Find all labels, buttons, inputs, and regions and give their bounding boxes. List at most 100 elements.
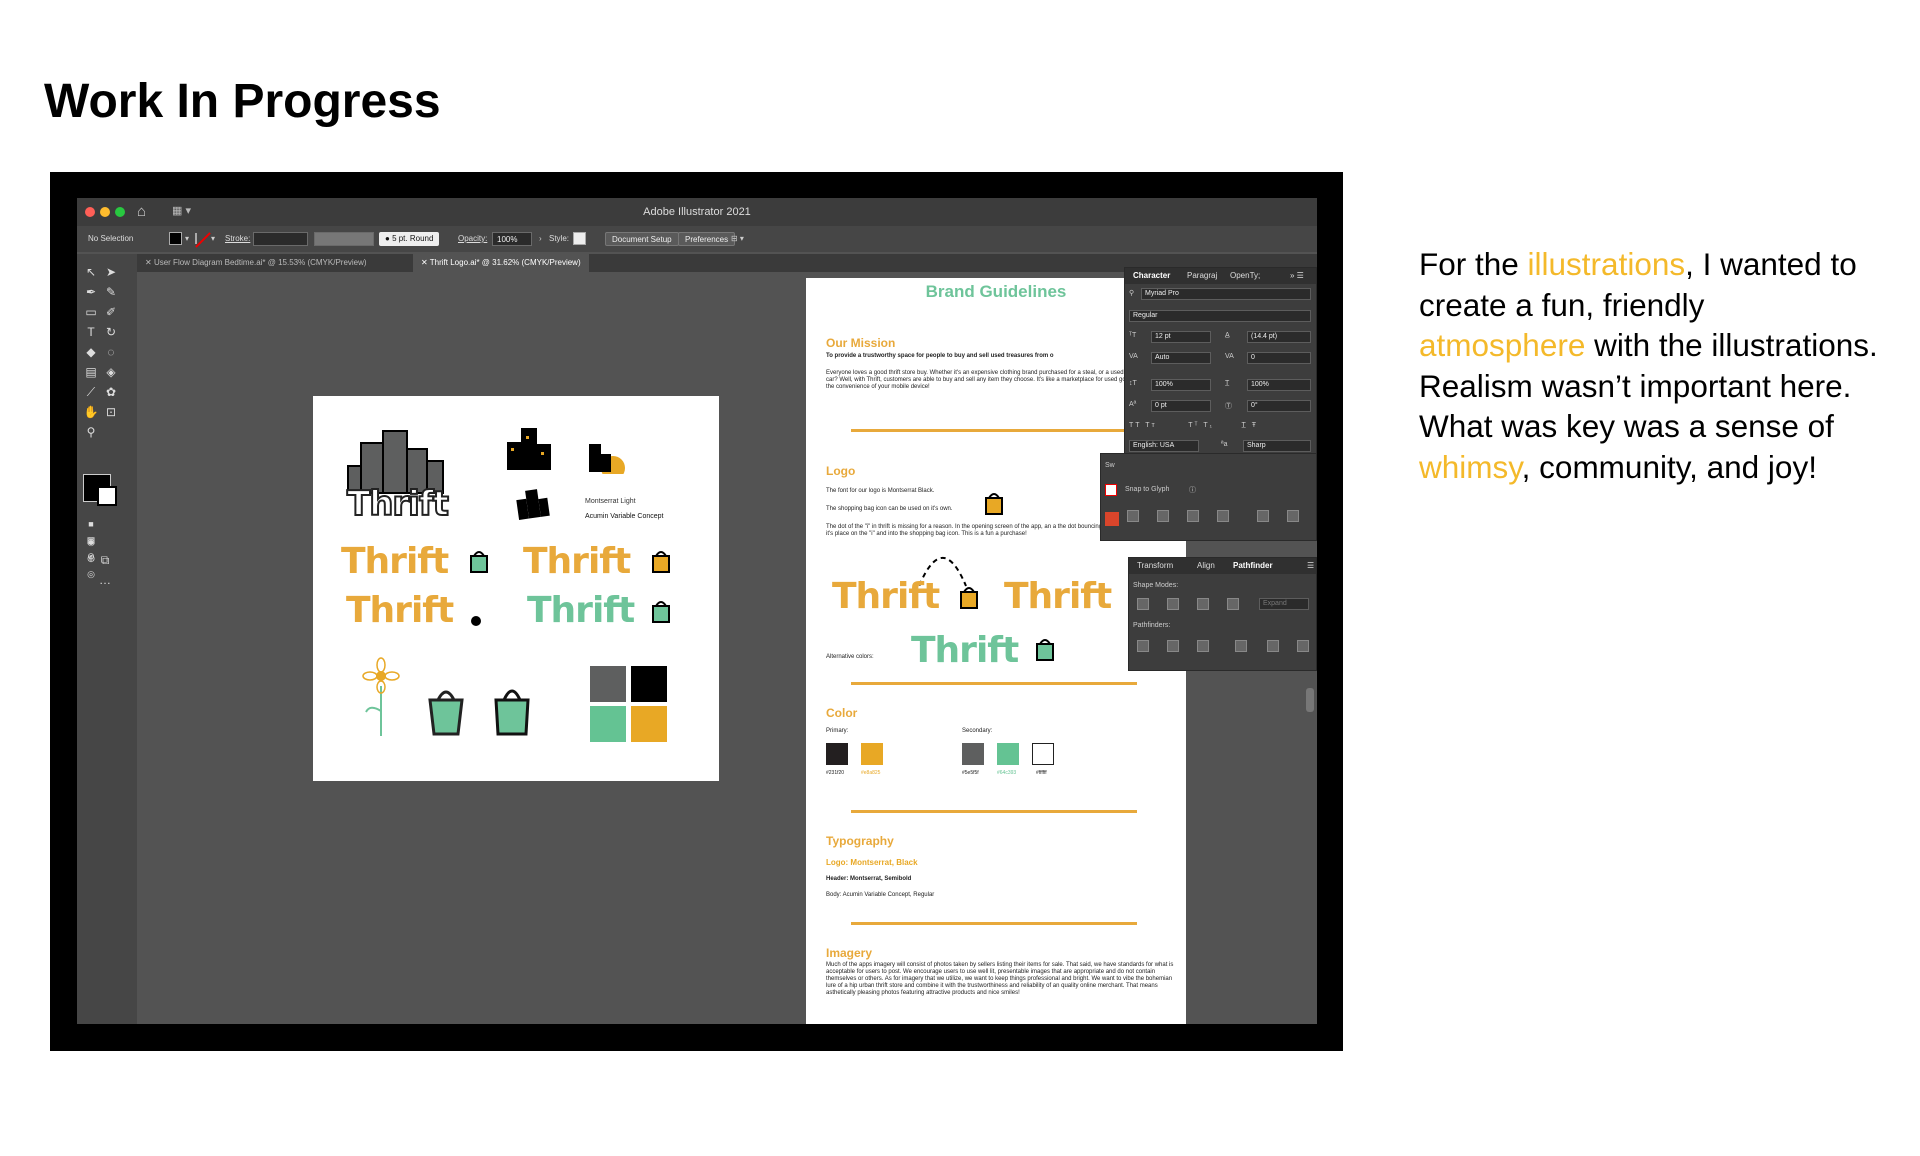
snap-baseline-icon[interactable] bbox=[1127, 510, 1139, 522]
merge-icon[interactable] bbox=[1197, 640, 1209, 652]
zoom-tool-icon[interactable]: ⚲ bbox=[83, 424, 99, 440]
paintbrush-tool-icon[interactable]: ✐ bbox=[103, 304, 119, 320]
drawing-mode-icons[interactable]: ◉ ◍ ◎ bbox=[83, 534, 99, 579]
tracking-field[interactable]: 0 bbox=[1247, 352, 1311, 364]
chevron-right-icon[interactable]: › bbox=[539, 232, 542, 246]
outline-icon[interactable] bbox=[1267, 640, 1279, 652]
color-swatch-secondary-3 bbox=[1032, 743, 1054, 765]
hex-label: #64c393 bbox=[997, 770, 1017, 776]
minus-back-icon[interactable] bbox=[1297, 640, 1309, 652]
lasso-tool-icon[interactable]: ◌ bbox=[103, 344, 119, 360]
snap-proximity-icon[interactable] bbox=[1217, 510, 1229, 522]
anti-aliasing-field[interactable]: Sharp bbox=[1243, 440, 1311, 452]
text-case-options-icon[interactable]: TT Tт Tᵀ T₁ T̲ Ŧ bbox=[1129, 422, 1258, 429]
chevron-down-icon[interactable]: ▾ bbox=[185, 232, 189, 246]
expand-button[interactable]: Expand bbox=[1259, 598, 1309, 610]
rotate-tool-icon[interactable]: ↻ bbox=[103, 324, 119, 340]
snap-bounds-icon[interactable] bbox=[1187, 510, 1199, 522]
horizontal-scale-icon: T̲ bbox=[1225, 380, 1230, 387]
snap-anchor-icon[interactable] bbox=[1287, 510, 1299, 522]
hex-label: #5e5f5f bbox=[962, 770, 979, 776]
tab-transform[interactable]: Transform bbox=[1137, 561, 1173, 570]
eraser-tool-icon[interactable]: ◆ bbox=[83, 344, 99, 360]
minus-front-icon[interactable] bbox=[1167, 598, 1179, 610]
opacity-field[interactable]: 100% bbox=[492, 232, 532, 246]
info-icon[interactable]: ⓘ bbox=[1189, 485, 1196, 495]
trim-icon[interactable] bbox=[1167, 640, 1179, 652]
none-swatch[interactable] bbox=[1105, 484, 1117, 496]
rectangle-tool-icon[interactable]: ▭ bbox=[83, 304, 99, 320]
kerning-field[interactable]: Auto bbox=[1151, 352, 1211, 364]
font-family-field[interactable]: Myriad Pro bbox=[1141, 288, 1311, 300]
arrange-documents-icon[interactable]: ⊟ ▾ bbox=[731, 232, 744, 246]
stroke-color-swatch[interactable] bbox=[195, 233, 197, 244]
horizontal-scale-field[interactable]: 100% bbox=[1247, 379, 1311, 391]
vertical-scrollbar[interactable] bbox=[1306, 688, 1314, 712]
pen-tool-icon[interactable]: ✒ bbox=[83, 284, 99, 300]
snap-x-height-icon[interactable] bbox=[1157, 510, 1169, 522]
mission-heading: Our Mission bbox=[826, 336, 896, 350]
slide-body-text: For the illustrations, I wanted to creat… bbox=[1419, 244, 1879, 487]
tab-opentype[interactable]: OpenTy; bbox=[1230, 271, 1260, 280]
hex-label: #e8a825 bbox=[861, 770, 881, 776]
type-tool-icon[interactable]: T bbox=[83, 324, 99, 340]
stroke-label[interactable]: Stroke: bbox=[225, 232, 250, 246]
tab-pathfinder[interactable]: Pathfinder bbox=[1233, 561, 1273, 570]
divide-icon[interactable] bbox=[1137, 640, 1149, 652]
swatches-tab[interactable]: Sw bbox=[1105, 462, 1115, 469]
graphic-style-swatch[interactable] bbox=[573, 232, 586, 245]
brush-definition[interactable]: ● 5 pt. Round bbox=[379, 232, 440, 246]
character-rotation-field[interactable]: 0° bbox=[1247, 400, 1311, 412]
gradient-tool-icon[interactable]: ▤ bbox=[83, 364, 99, 380]
tab-align[interactable]: Align bbox=[1197, 561, 1215, 570]
screen-mode-icon[interactable]: ⧉ bbox=[97, 552, 113, 568]
tab-user-flow[interactable]: ✕ User Flow Diagram Bedtime.ai* @ 15.53%… bbox=[137, 254, 375, 272]
color-swatch-secondary-1 bbox=[962, 743, 984, 765]
tab-paragraph[interactable]: Paragraj bbox=[1187, 271, 1217, 280]
kerning-icon: VA bbox=[1129, 353, 1138, 360]
body-text: , community, and joy! bbox=[1521, 448, 1817, 485]
font-size-field[interactable]: 12 pt bbox=[1151, 331, 1211, 343]
leading-icon: A̲ bbox=[1225, 332, 1230, 339]
stroke-weight-field[interactable] bbox=[253, 232, 308, 246]
direct-selection-tool-icon[interactable]: ➤ bbox=[103, 264, 119, 280]
slide-title: Work In Progress bbox=[44, 75, 441, 128]
variable-width-profile[interactable] bbox=[314, 232, 374, 246]
shopping-bag-icon bbox=[985, 493, 1003, 515]
font-style-field[interactable]: Regular bbox=[1129, 310, 1311, 322]
chevron-down-icon[interactable]: ▾ bbox=[211, 232, 215, 246]
panel-menu-icon[interactable]: » ☰ bbox=[1290, 271, 1304, 280]
curvature-tool-icon[interactable]: ✎ bbox=[103, 284, 119, 300]
blend-tool-icon[interactable]: ✿ bbox=[103, 384, 119, 400]
shape-builder-tool-icon[interactable]: ◈ bbox=[103, 364, 119, 380]
stroke-swatch[interactable] bbox=[97, 486, 117, 506]
tab-thrift-logo[interactable]: ✕ Thrift Logo.ai* @ 31.62% (CMYK/Preview… bbox=[413, 254, 589, 272]
tab-character[interactable]: Character bbox=[1133, 271, 1170, 280]
thrift-wordmark-gold: Thrift bbox=[341, 541, 449, 582]
exclude-icon[interactable] bbox=[1227, 598, 1239, 610]
shape-modes-label: Shape Modes: bbox=[1133, 582, 1179, 589]
selection-tool-icon[interactable]: ↖ bbox=[83, 264, 99, 280]
unite-icon[interactable] bbox=[1137, 598, 1149, 610]
color-mode-icons[interactable]: ■ ▩ ⊘ bbox=[83, 516, 99, 561]
typography-body: Body: Acumin Variable Concept, Regular bbox=[826, 892, 935, 898]
leading-field[interactable]: (14.4 pt) bbox=[1247, 331, 1311, 343]
fill-color-swatch[interactable] bbox=[169, 232, 182, 245]
vertical-scale-field[interactable]: 100% bbox=[1151, 379, 1211, 391]
more-tools-icon[interactable]: … bbox=[97, 572, 113, 588]
crop-icon[interactable] bbox=[1235, 640, 1247, 652]
body-text: For the bbox=[1419, 246, 1528, 282]
artboard-tool-icon[interactable]: ⊡ bbox=[103, 404, 119, 420]
language-field[interactable]: English: USA bbox=[1129, 440, 1199, 452]
hand-tool-icon[interactable]: ✋ bbox=[83, 404, 99, 420]
baseline-shift-field[interactable]: 0 pt bbox=[1151, 400, 1211, 412]
document-setup-button[interactable]: Document Setup bbox=[605, 232, 679, 246]
opacity-label[interactable]: Opacity: bbox=[458, 232, 487, 246]
intersect-icon[interactable] bbox=[1197, 598, 1209, 610]
panel-menu-icon[interactable]: ☰ bbox=[1307, 561, 1314, 570]
color-swatch[interactable] bbox=[1105, 512, 1119, 526]
eyedropper-tool-icon[interactable]: ⟋ bbox=[83, 384, 99, 400]
snap-angular-icon[interactable] bbox=[1257, 510, 1269, 522]
secondary-label: Secondary: bbox=[962, 728, 993, 734]
preferences-button[interactable]: Preferences bbox=[678, 232, 736, 246]
